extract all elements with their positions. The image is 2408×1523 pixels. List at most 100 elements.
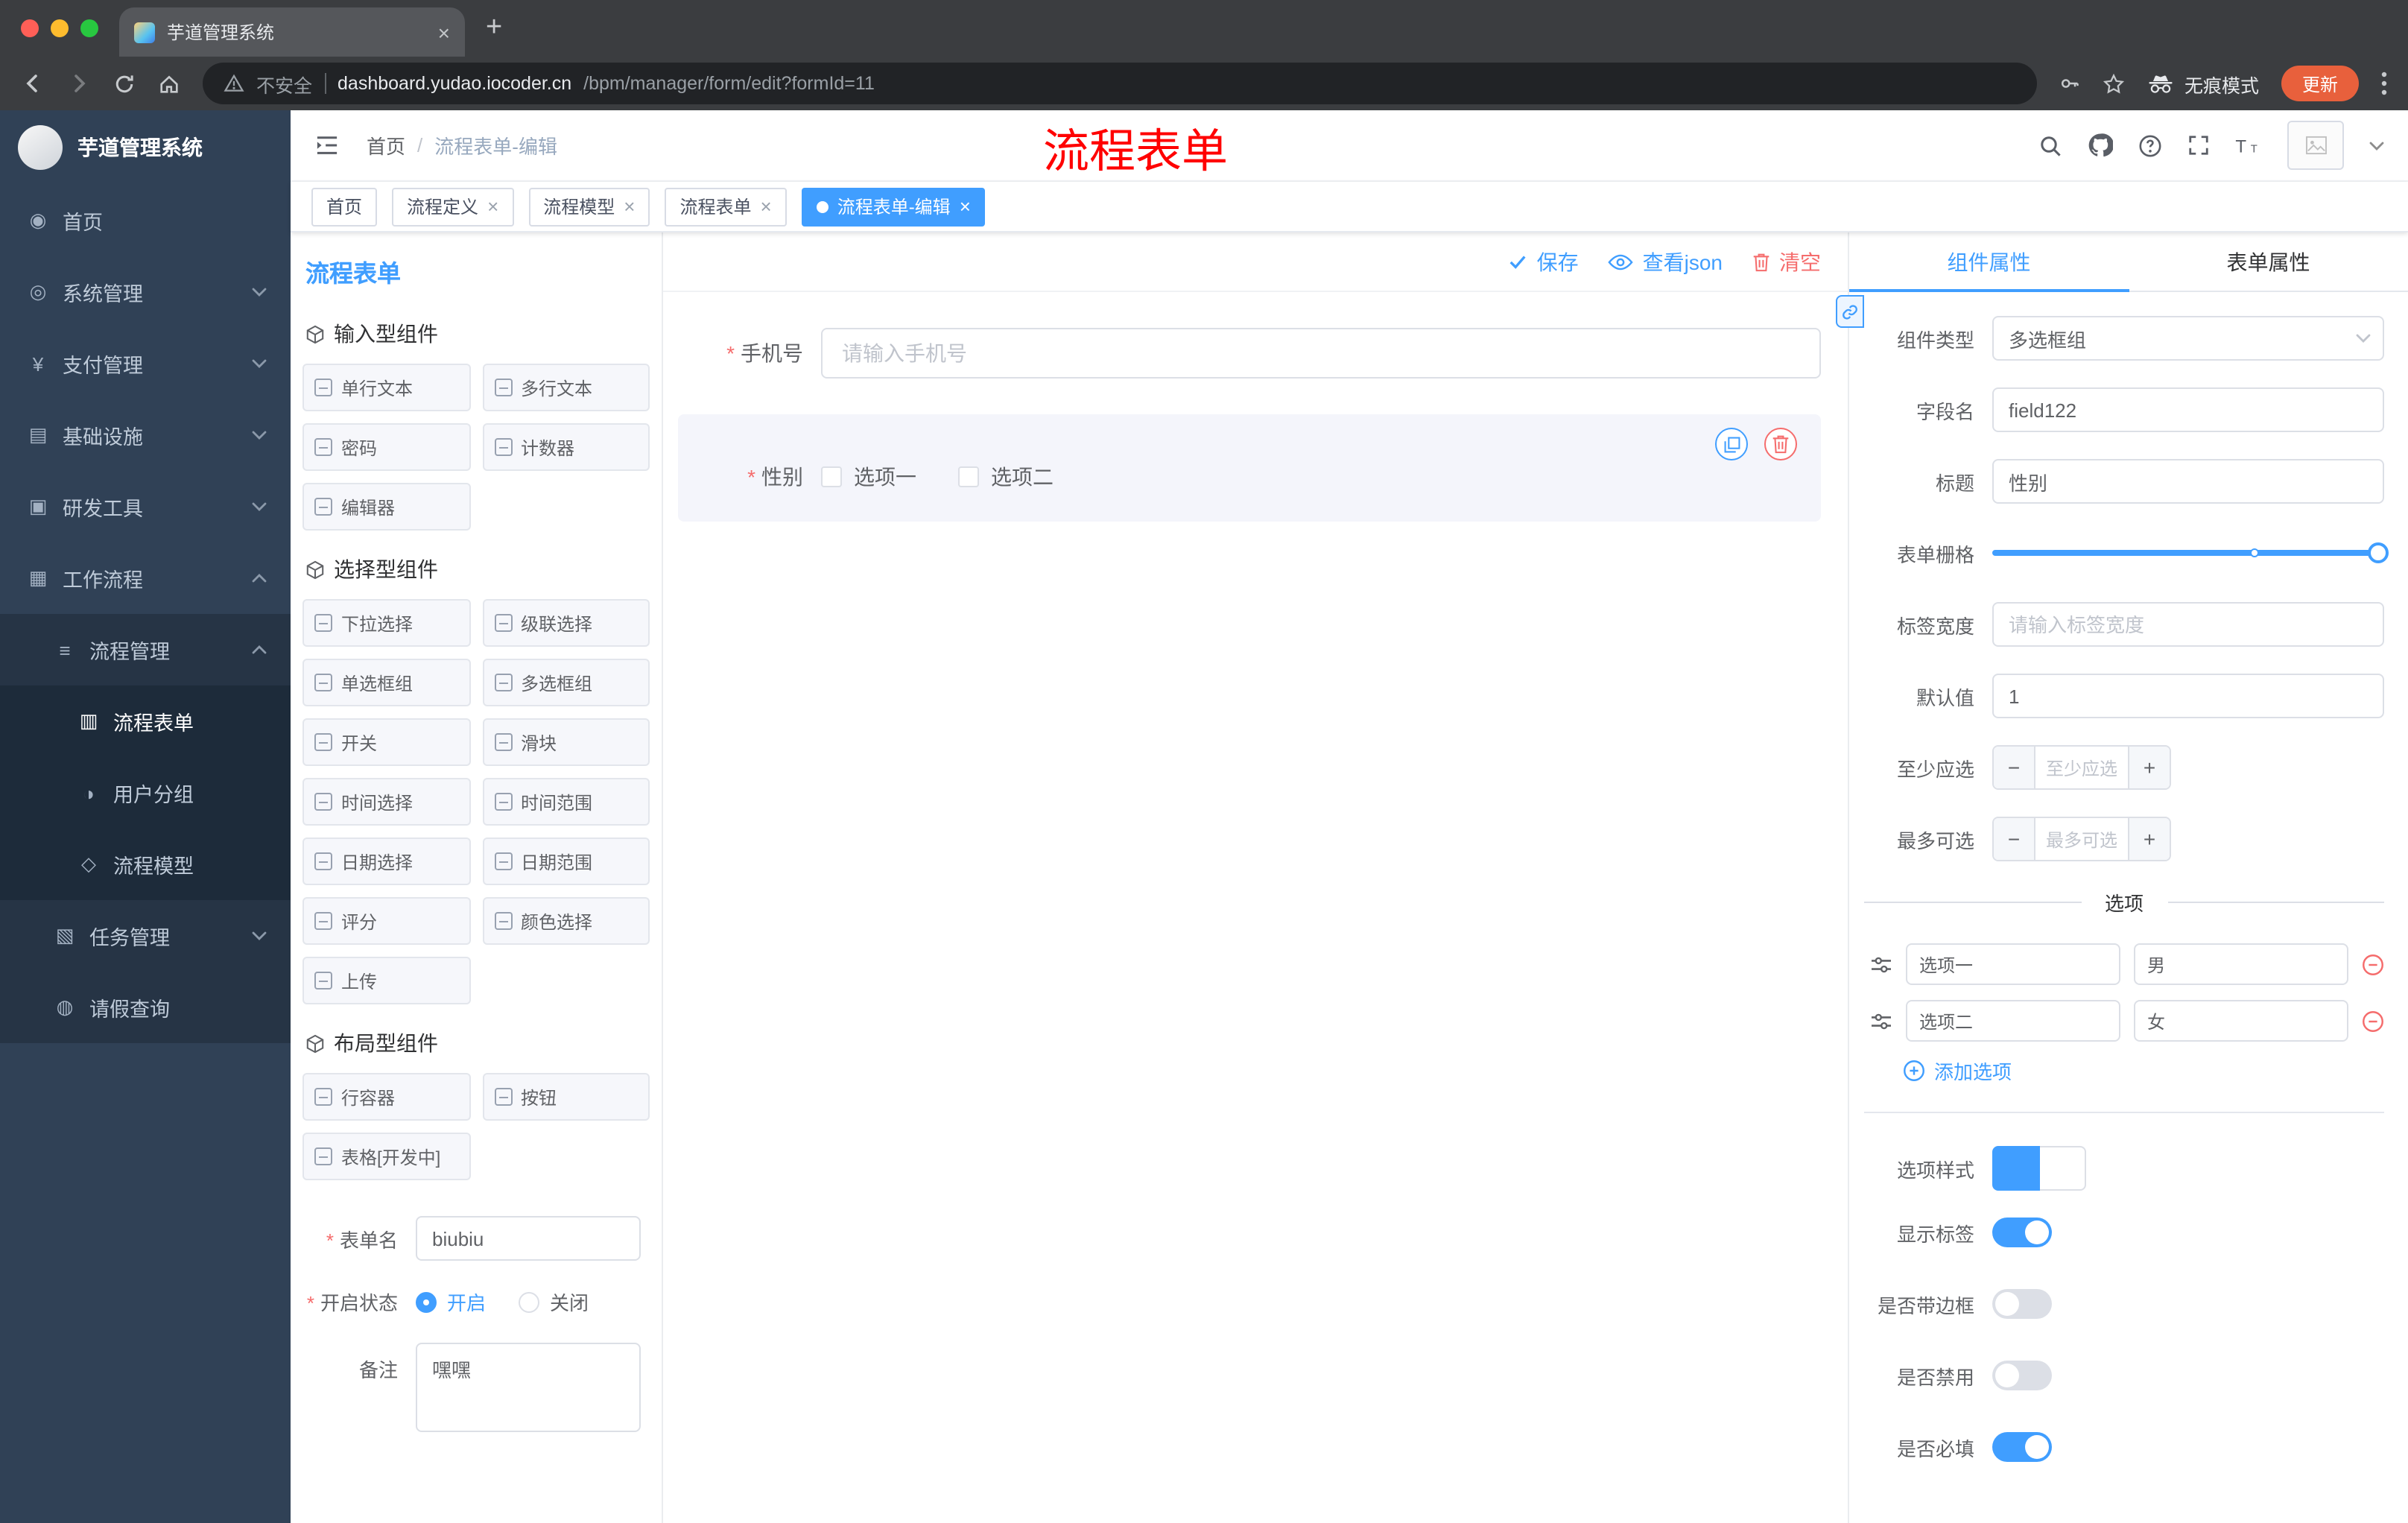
increase-icon[interactable]: + bbox=[2128, 818, 2170, 860]
sidebar-item-payment[interactable]: ¥ 支付管理 bbox=[0, 328, 291, 399]
help-icon[interactable] bbox=[2138, 133, 2162, 157]
forward-icon[interactable] bbox=[67, 72, 91, 95]
sidebar-item-leave-query[interactable]: ◍ 请假查询 bbox=[0, 972, 291, 1043]
component-item[interactable]: 日期范围 bbox=[482, 838, 650, 885]
decrease-icon[interactable]: − bbox=[1994, 747, 2035, 788]
window-close-button[interactable] bbox=[21, 19, 39, 37]
title-input[interactable] bbox=[1992, 459, 2384, 504]
checkbox-icon[interactable] bbox=[821, 466, 842, 487]
url-bar[interactable]: 不安全 dashboard.yudao.iocoder.cn/bpm/manag… bbox=[203, 63, 2037, 104]
sidebar-item-devtools[interactable]: ▣ 研发工具 bbox=[0, 471, 291, 542]
component-item[interactable]: 颜色选择 bbox=[482, 897, 650, 945]
view-json-button[interactable]: 查看json bbox=[1608, 247, 1723, 276]
component-item[interactable]: 下拉选择 bbox=[302, 599, 470, 647]
tag-close-icon[interactable]: × bbox=[487, 197, 498, 216]
clear-button[interactable]: 清空 bbox=[1752, 247, 1821, 276]
sidebar-item-infrastructure[interactable]: ▤ 基础设施 bbox=[0, 399, 291, 471]
search-icon[interactable] bbox=[2038, 133, 2062, 157]
tab-process-definition[interactable]: 流程定义 × bbox=[392, 187, 514, 226]
option-label-input[interactable] bbox=[1906, 943, 2120, 985]
grid-slider[interactable] bbox=[1992, 542, 2389, 563]
checkbox-option[interactable]: 选项一 bbox=[821, 462, 916, 492]
add-option-button[interactable]: 添加选项 bbox=[1903, 1057, 2384, 1085]
option-drag-icon[interactable] bbox=[1870, 954, 1892, 974]
component-item[interactable]: 多行文本 bbox=[482, 364, 650, 411]
chrome-update-button[interactable]: 更新 bbox=[2281, 66, 2359, 101]
gender-field-selected[interactable]: 性别 选项一 选项二 bbox=[678, 414, 1821, 522]
component-item[interactable]: 密码 bbox=[302, 423, 470, 471]
segment-option[interactable] bbox=[1992, 1146, 2040, 1191]
save-button[interactable]: 保存 bbox=[1509, 247, 1579, 276]
delete-field-button[interactable] bbox=[1764, 428, 1797, 460]
tab-process-form[interactable]: 流程表单 × bbox=[665, 187, 787, 226]
checkbox-option[interactable]: 选项二 bbox=[958, 462, 1054, 492]
status-on-radio[interactable]: 开启 bbox=[416, 1288, 486, 1316]
browser-tab[interactable]: 芋道管理系统 × bbox=[119, 7, 465, 57]
window-zoom-button[interactable] bbox=[80, 19, 98, 37]
sidebar-item-system[interactable]: ◎ 系统管理 bbox=[0, 256, 291, 328]
reload-icon[interactable] bbox=[113, 72, 136, 95]
sidebar-item-process-model[interactable]: ◇ 流程模型 bbox=[0, 829, 291, 900]
sidebar-item-task-management[interactable]: ▧ 任务管理 bbox=[0, 900, 291, 972]
github-icon[interactable] bbox=[2088, 133, 2113, 158]
sidebar-item-home[interactable]: ◉ 首页 bbox=[0, 185, 291, 256]
component-item[interactable]: 滑块 bbox=[482, 718, 650, 766]
browser-menu-icon[interactable] bbox=[2381, 72, 2387, 95]
new-tab-button[interactable]: + bbox=[465, 12, 523, 45]
component-item[interactable]: 开关 bbox=[302, 718, 470, 766]
component-item[interactable]: 时间范围 bbox=[482, 778, 650, 826]
remove-option-icon[interactable] bbox=[2362, 1010, 2384, 1032]
component-type-select[interactable]: 多选框组 bbox=[1992, 316, 2384, 361]
sidebar-item-process-management[interactable]: ≡ 流程管理 bbox=[0, 614, 291, 685]
max-select-stepper[interactable]: − 最多可选 + bbox=[1992, 817, 2171, 861]
password-manager-icon[interactable] bbox=[2059, 73, 2080, 94]
tab-home[interactable]: 首页 bbox=[311, 187, 378, 226]
slider-handle[interactable] bbox=[2368, 542, 2389, 563]
component-item[interactable]: 单选框组 bbox=[302, 659, 470, 706]
component-item[interactable]: 单行文本 bbox=[302, 364, 470, 411]
tag-close-icon[interactable]: × bbox=[761, 197, 772, 216]
component-item[interactable]: 计数器 bbox=[482, 423, 650, 471]
sidebar-item-workflow[interactable]: ▦ 工作流程 bbox=[0, 542, 291, 614]
tag-close-icon[interactable]: × bbox=[624, 197, 635, 216]
sidebar-item-user-group[interactable]: ◑ 用户分组 bbox=[0, 757, 291, 829]
component-item[interactable]: 时间选择 bbox=[302, 778, 470, 826]
back-icon[interactable] bbox=[21, 72, 45, 95]
component-item[interactable]: 编辑器 bbox=[302, 483, 470, 531]
checkbox-icon[interactable] bbox=[958, 466, 979, 487]
phone-input[interactable] bbox=[821, 328, 1821, 379]
default-value-input[interactable] bbox=[1992, 674, 2384, 718]
decrease-icon[interactable]: − bbox=[1994, 818, 2035, 860]
browser-home-icon[interactable] bbox=[158, 72, 180, 95]
option-value-input[interactable] bbox=[2134, 943, 2348, 985]
tab-process-model[interactable]: 流程模型 × bbox=[528, 187, 650, 226]
toggle-switch[interactable] bbox=[1992, 1289, 2052, 1319]
copy-field-button[interactable] bbox=[1715, 428, 1748, 460]
component-item[interactable]: 级联选择 bbox=[482, 599, 650, 647]
option-value-input[interactable] bbox=[2134, 1000, 2348, 1042]
phone-field[interactable]: 手机号 bbox=[678, 316, 1821, 390]
avatar[interactable] bbox=[2287, 121, 2344, 170]
status-off-radio[interactable]: 关闭 bbox=[519, 1288, 589, 1316]
bookmark-star-icon[interactable] bbox=[2103, 72, 2125, 95]
security-warning-icon[interactable] bbox=[224, 73, 244, 94]
option-drag-icon[interactable] bbox=[1870, 1011, 1892, 1030]
component-item[interactable]: 表格[开发中] bbox=[302, 1133, 470, 1180]
avatar-caret-icon[interactable] bbox=[2369, 141, 2384, 150]
component-item[interactable]: 上传 bbox=[302, 957, 470, 1004]
form-remark-textarea[interactable]: 嘿嘿 bbox=[416, 1343, 641, 1432]
tab-process-form-edit[interactable]: 流程表单-编辑 × bbox=[801, 187, 986, 226]
toggle-switch[interactable] bbox=[1992, 1218, 2052, 1247]
remove-option-icon[interactable] bbox=[2362, 953, 2384, 975]
component-item[interactable]: 按钮 bbox=[482, 1073, 650, 1121]
tab-form-props[interactable]: 表单属性 bbox=[2129, 232, 2408, 291]
toggle-switch[interactable] bbox=[1992, 1432, 2052, 1462]
min-select-stepper[interactable]: − 至少应选 + bbox=[1992, 745, 2171, 790]
field-name-input[interactable] bbox=[1992, 387, 2384, 432]
tag-close-icon[interactable]: × bbox=[960, 197, 971, 216]
segment-option[interactable] bbox=[2040, 1146, 2086, 1191]
sidebar-toggle-icon[interactable] bbox=[314, 134, 340, 156]
component-item[interactable]: 行容器 bbox=[302, 1073, 470, 1121]
component-item[interactable]: 评分 bbox=[302, 897, 470, 945]
sidebar-item-process-form[interactable]: ▥ 流程表单 bbox=[0, 685, 291, 757]
